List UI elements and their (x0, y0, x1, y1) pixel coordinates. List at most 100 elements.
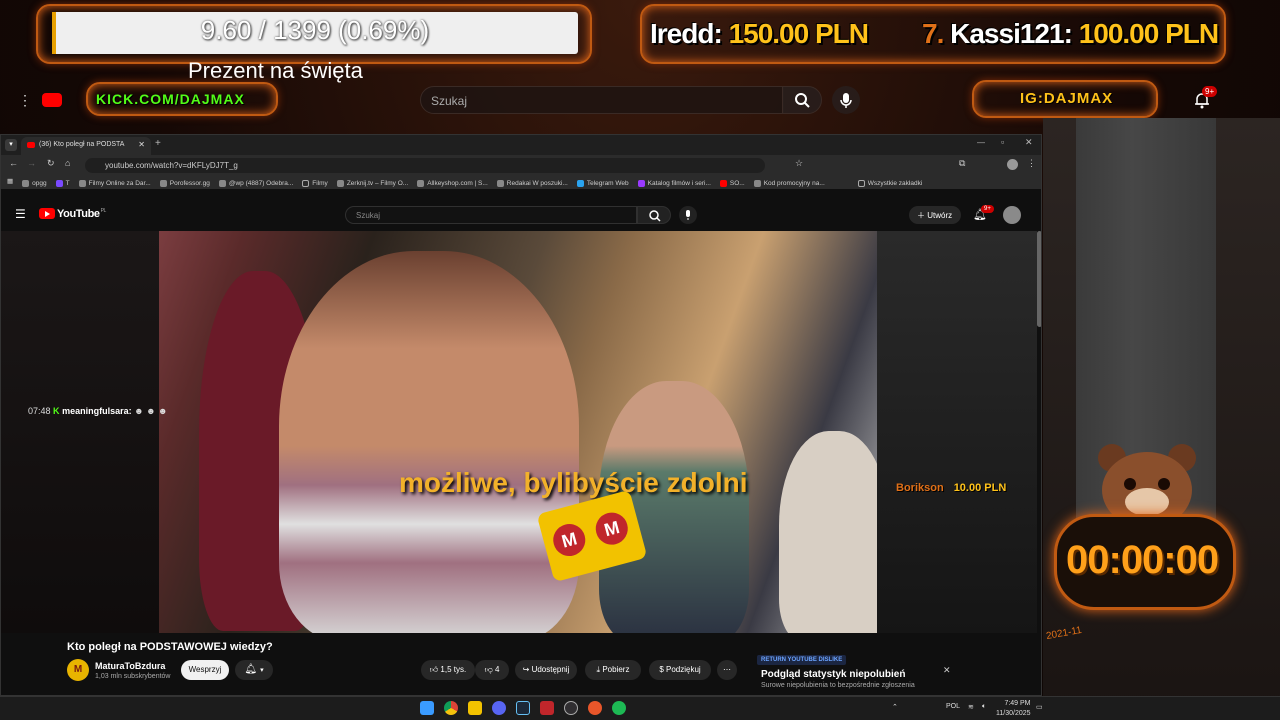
url-input[interactable]: youtube.com/watch?v=dKFLyDJ7T_g (85, 158, 765, 173)
profile-avatar[interactable] (1007, 159, 1018, 170)
ryd-subtitle: Surowe niepolubienia to bezpośrednie zgł… (761, 682, 915, 689)
bookmark-item[interactable]: Telegram Web (576, 177, 629, 189)
outer-mic-button[interactable] (832, 86, 860, 114)
video-title: Kto poległ na PODSTAWOWEJ wiedzy? (67, 641, 273, 653)
download-button[interactable]: ⤓ Pobierz (585, 660, 641, 680)
youtube-search-input[interactable]: Szukaj (345, 206, 637, 224)
outer-search-button[interactable] (782, 86, 822, 114)
outer-youtube-icon[interactable] (42, 93, 62, 107)
hamburger-menu-icon[interactable]: ☰ (15, 207, 26, 221)
region-label: PL (100, 208, 107, 215)
windows-taskbar: ⌃ POL ≋ 🔈︎ 7:49 PM 11/30/2025 ▭ (0, 696, 1280, 720)
discord-icon[interactable] (492, 701, 506, 715)
youtube-play-icon (39, 208, 55, 219)
notification-center-icon[interactable]: ▭ (1036, 703, 1043, 711)
youtube-logo[interactable]: YouTubePL (39, 208, 106, 220)
donation-alert-amount: 10.00 PLN (953, 482, 1007, 494)
thanks-button[interactable]: $ Podziękuj (649, 660, 711, 680)
youtube-search-button[interactable] (637, 206, 671, 224)
extensions-icon[interactable]: ⧉ (959, 158, 965, 169)
bookmark-item[interactable]: @wp (4887) Odebra... (218, 177, 293, 189)
maximize-button[interactable]: ▫ (1001, 137, 1004, 147)
bookmark-item[interactable]: T (55, 177, 70, 189)
outer-search-input[interactable]: Szukaj (420, 86, 784, 114)
back-icon[interactable]: ← (9, 158, 18, 168)
app-red-icon[interactable] (540, 701, 554, 715)
video-player[interactable]: możliwe, bylibyście zdolni M M (159, 231, 877, 633)
windows-start-icon[interactable] (420, 701, 434, 715)
tray-chevron-icon[interactable]: ⌃ (892, 703, 898, 711)
return-youtube-dislike-panel: RETURN YOUTUBE DISLIKE Podgląd statystyk… (757, 651, 953, 691)
bookmark-item[interactable]: Redakai W poszuki... (496, 177, 568, 189)
bookmark-item[interactable]: Allkeyshop.com | S... (417, 177, 488, 189)
donation-goal-caption: Prezent na święta (188, 58, 363, 83)
video-person-man (279, 251, 579, 633)
channel-avatar[interactable]: M (67, 659, 89, 681)
bookmark-star-icon[interactable]: ☆ (795, 158, 803, 169)
app-orange-icon[interactable] (588, 701, 602, 715)
right-dim-area (877, 231, 1037, 633)
language-indicator[interactable]: POL (946, 703, 960, 710)
share-button[interactable]: ↪ Udostępnij (515, 660, 577, 680)
bookmark-item[interactable]: Katalog filmów i seri... (637, 177, 711, 189)
kick-badge-icon: K (53, 406, 60, 416)
user-avatar[interactable] (1003, 206, 1021, 224)
chat-username: meaningfulsara: (62, 406, 132, 416)
channel-subscribers: 1,03 mln subskrybentów (95, 673, 171, 680)
close-tab-icon[interactable]: ✕ (138, 140, 145, 149)
support-button[interactable]: Wesprzyj (181, 660, 229, 680)
reload-icon[interactable]: ↻ (47, 158, 55, 169)
file-explorer-icon[interactable] (468, 701, 482, 715)
address-bar: ← → ↻ ⌂ youtube.com/watch?v=dKFLyDJ7T_g … (1, 155, 1041, 175)
new-tab-button[interactable]: + (155, 138, 161, 149)
close-window-button[interactable]: ✕ (1025, 137, 1033, 148)
dislike-button[interactable]: 👎︎ 4 (475, 660, 509, 680)
minimize-button[interactable]: — (977, 138, 985, 147)
tab-list-button[interactable]: ▾ (5, 139, 17, 151)
subscription-bell-button[interactable]: 🔔︎ ▾ (235, 660, 273, 680)
top-donor-2: 7. Kassi121: 100.00 PLN (922, 18, 1219, 50)
steam-icon[interactable] (516, 701, 530, 715)
system-clock[interactable]: 7:49 PM 11/30/2025 (996, 699, 1031, 719)
home-icon[interactable]: ⌂ (65, 158, 70, 168)
tab-title: (36) Kto poległ na PODSTA (39, 141, 125, 148)
apps-icon[interactable]: ▦ (7, 177, 13, 189)
bookmark-item[interactable]: Kod promocyjny na... (753, 177, 825, 189)
top-donor-1-amount: 150.00 PLN (728, 18, 869, 49)
bookmark-item[interactable]: Filmy Online za Dar... (78, 177, 151, 189)
youtube-header: ☰ YouTubePL Szukaj ＋ Utwórz 🔔︎ 9+ (1, 201, 1037, 229)
outer-menu-icon[interactable]: ⋮ (18, 92, 32, 109)
plus-icon: ＋ (917, 211, 925, 220)
youtube-voice-search-button[interactable] (679, 206, 697, 224)
top-donor-1: Iredd: 150.00 PLN (650, 18, 869, 50)
more-actions-button[interactable]: ⋯ (717, 660, 737, 680)
wifi-icon[interactable]: ≋ (968, 703, 974, 711)
chrome-icon[interactable] (444, 701, 458, 715)
youtube-notifications-button[interactable]: 🔔︎ 9+ (973, 205, 994, 221)
bookmarks-bar: ▦ opgg T Filmy Online za Dar... Porofess… (1, 175, 1041, 189)
mic-logo-m-left: M (545, 516, 593, 564)
bell-icon: 🔔︎ (244, 664, 258, 675)
tab-youtube[interactable]: (36) Kto poległ na PODSTA ✕ (21, 137, 151, 155)
close-icon[interactable]: ✕ (943, 665, 951, 676)
donation-alert-name: Borikson (896, 482, 944, 494)
obs-icon[interactable] (564, 701, 578, 715)
bookmark-item[interactable]: Porofessor.gg (159, 177, 210, 189)
create-button[interactable]: ＋ Utwórz (909, 206, 961, 224)
all-bookmarks-folder[interactable]: Wszystkie zakładki (857, 177, 922, 189)
clock-time: 7:49 PM (1004, 700, 1031, 707)
top-donor-2-rank: 7. (922, 18, 944, 49)
bookmark-item[interactable]: Zerknij.tv – Filmy O... (336, 177, 408, 189)
like-button[interactable]: 👍︎ 1,5 tys. (421, 660, 475, 680)
youtube-favicon-icon (27, 142, 35, 148)
spotify-icon[interactable] (612, 701, 626, 715)
chrome-menu-icon[interactable]: ⋮ (1027, 158, 1036, 169)
bookmark-item[interactable]: SO... (719, 177, 745, 189)
bookmark-item[interactable]: opgg (22, 177, 47, 189)
channel-name[interactable]: MaturaToBzdura (95, 661, 165, 671)
volume-icon[interactable]: 🔈︎ (982, 703, 986, 711)
bookmark-folder[interactable]: Filmy (302, 177, 328, 189)
outer-notifications-button[interactable]: 9+ (1192, 86, 1218, 110)
scrollbar[interactable] (1037, 231, 1041, 327)
forward-icon[interactable]: → (27, 158, 36, 168)
